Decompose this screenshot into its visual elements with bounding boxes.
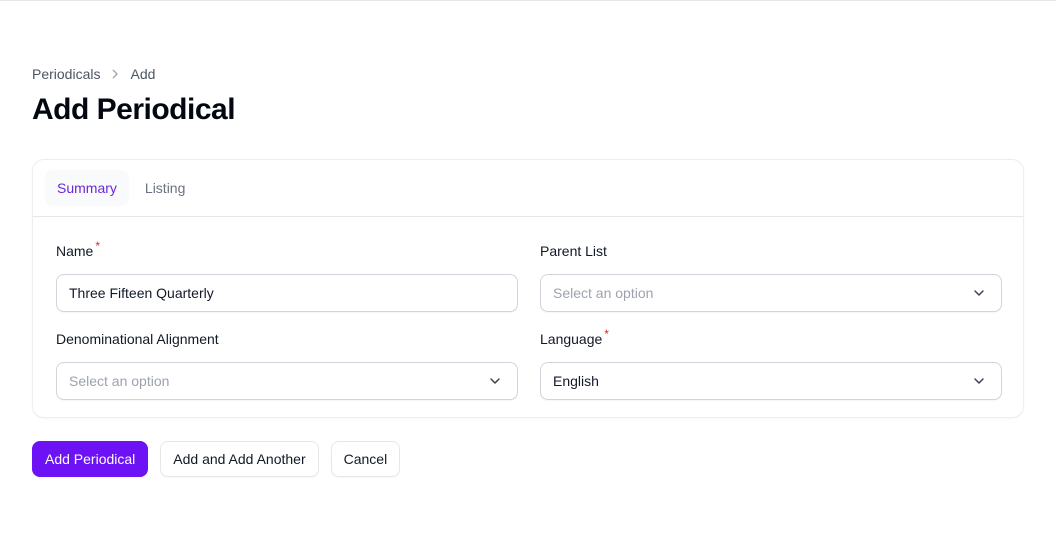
- cancel-button[interactable]: Cancel: [330, 441, 401, 477]
- required-mark: *: [604, 327, 609, 341]
- denominational-alignment-select[interactable]: Select an option: [56, 362, 518, 400]
- chevron-down-icon: [485, 371, 505, 391]
- language-select[interactable]: English: [540, 362, 1002, 400]
- breadcrumb-current: Add: [130, 66, 156, 82]
- parent-list-select[interactable]: Select an option: [540, 274, 1002, 312]
- breadcrumb: Periodicals Add: [32, 64, 155, 84]
- top-border: [0, 0, 1056, 1]
- denominational-alignment-label: Denominational Alignment: [56, 331, 219, 347]
- denominational-alignment-placeholder: Select an option: [69, 373, 170, 389]
- form-actions: Add Periodical Add and Add Another Cance…: [32, 441, 401, 477]
- page-title: Add Periodical: [32, 93, 236, 126]
- chevron-right-icon: [105, 64, 125, 84]
- tab-listing[interactable]: Listing: [133, 170, 197, 206]
- name-input-wrapper: [56, 274, 518, 312]
- language-field-group: Language * English: [540, 327, 1002, 400]
- form-card: Summary Listing Name* Parent List Select…: [32, 159, 1024, 418]
- add-periodical-button[interactable]: Add Periodical: [32, 441, 149, 477]
- name-label: Name *: [56, 239, 518, 261]
- chevron-down-icon: [969, 371, 989, 391]
- language-label: Language *: [540, 327, 1002, 349]
- required-mark: *: [95, 239, 101, 253]
- name-field-group: Name *: [56, 239, 518, 312]
- parent-list-label: Parent List: [540, 243, 607, 259]
- language-selected-value: English: [553, 373, 599, 389]
- chevron-down-icon: [969, 283, 989, 303]
- breadcrumb-periodicals-link[interactable]: Periodicals: [32, 66, 100, 82]
- add-and-add-another-button[interactable]: Add and Add Another: [160, 441, 319, 477]
- tab-summary[interactable]: Summary: [45, 170, 129, 206]
- parent-list-placeholder: Select an option: [553, 285, 654, 301]
- denominational-alignment-field-group: Denominational Alignment Select an optio…: [56, 329, 518, 400]
- name-input[interactable]: [69, 285, 505, 301]
- tab-bar: Summary Listing: [33, 160, 1023, 217]
- parent-list-field-group: Parent List Select an option: [540, 241, 1002, 312]
